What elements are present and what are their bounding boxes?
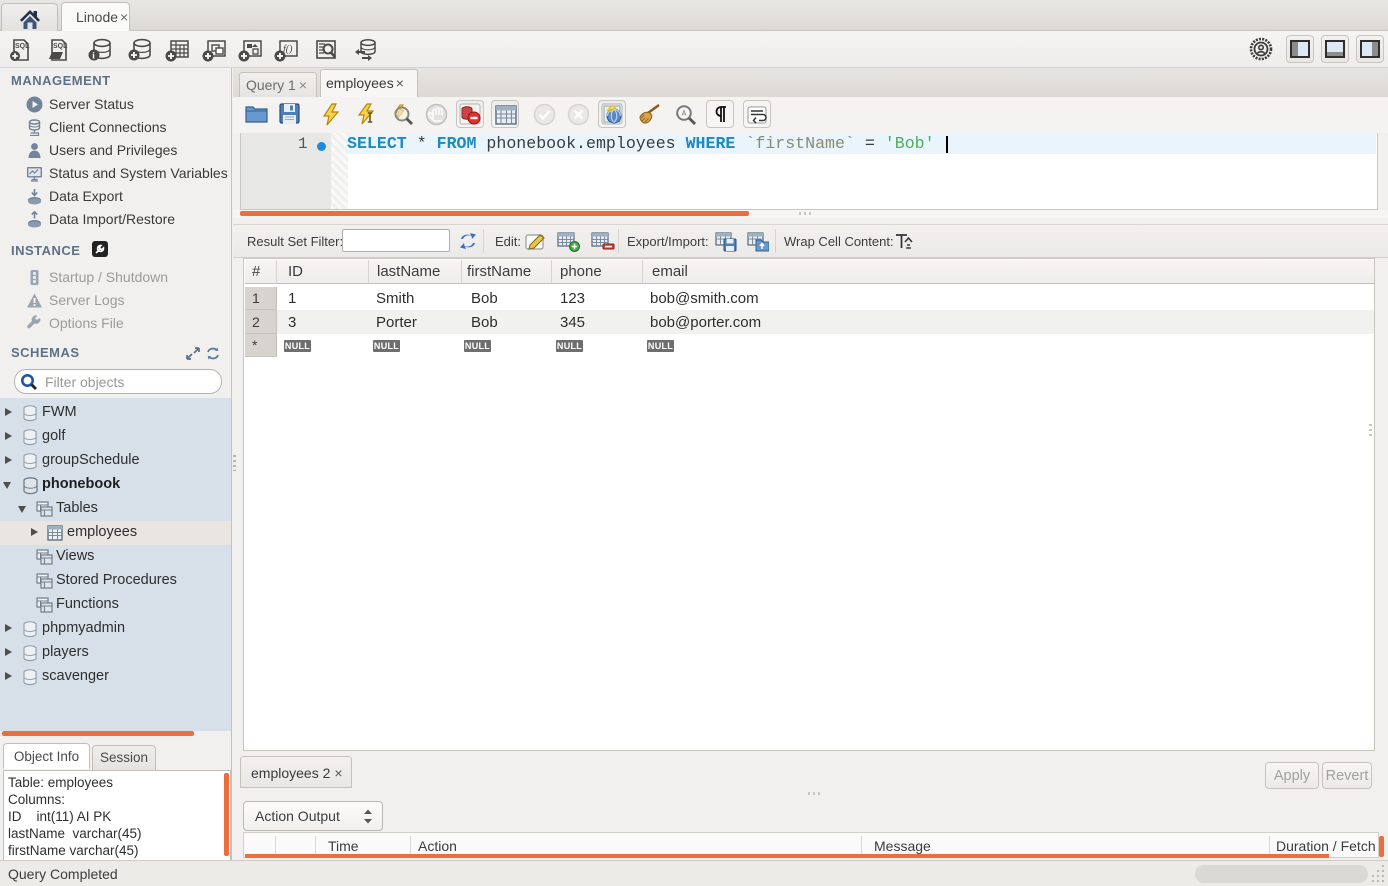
svg-text:SQL: SQL — [15, 43, 30, 50]
svg-text:SQL: SQL — [53, 43, 68, 50]
